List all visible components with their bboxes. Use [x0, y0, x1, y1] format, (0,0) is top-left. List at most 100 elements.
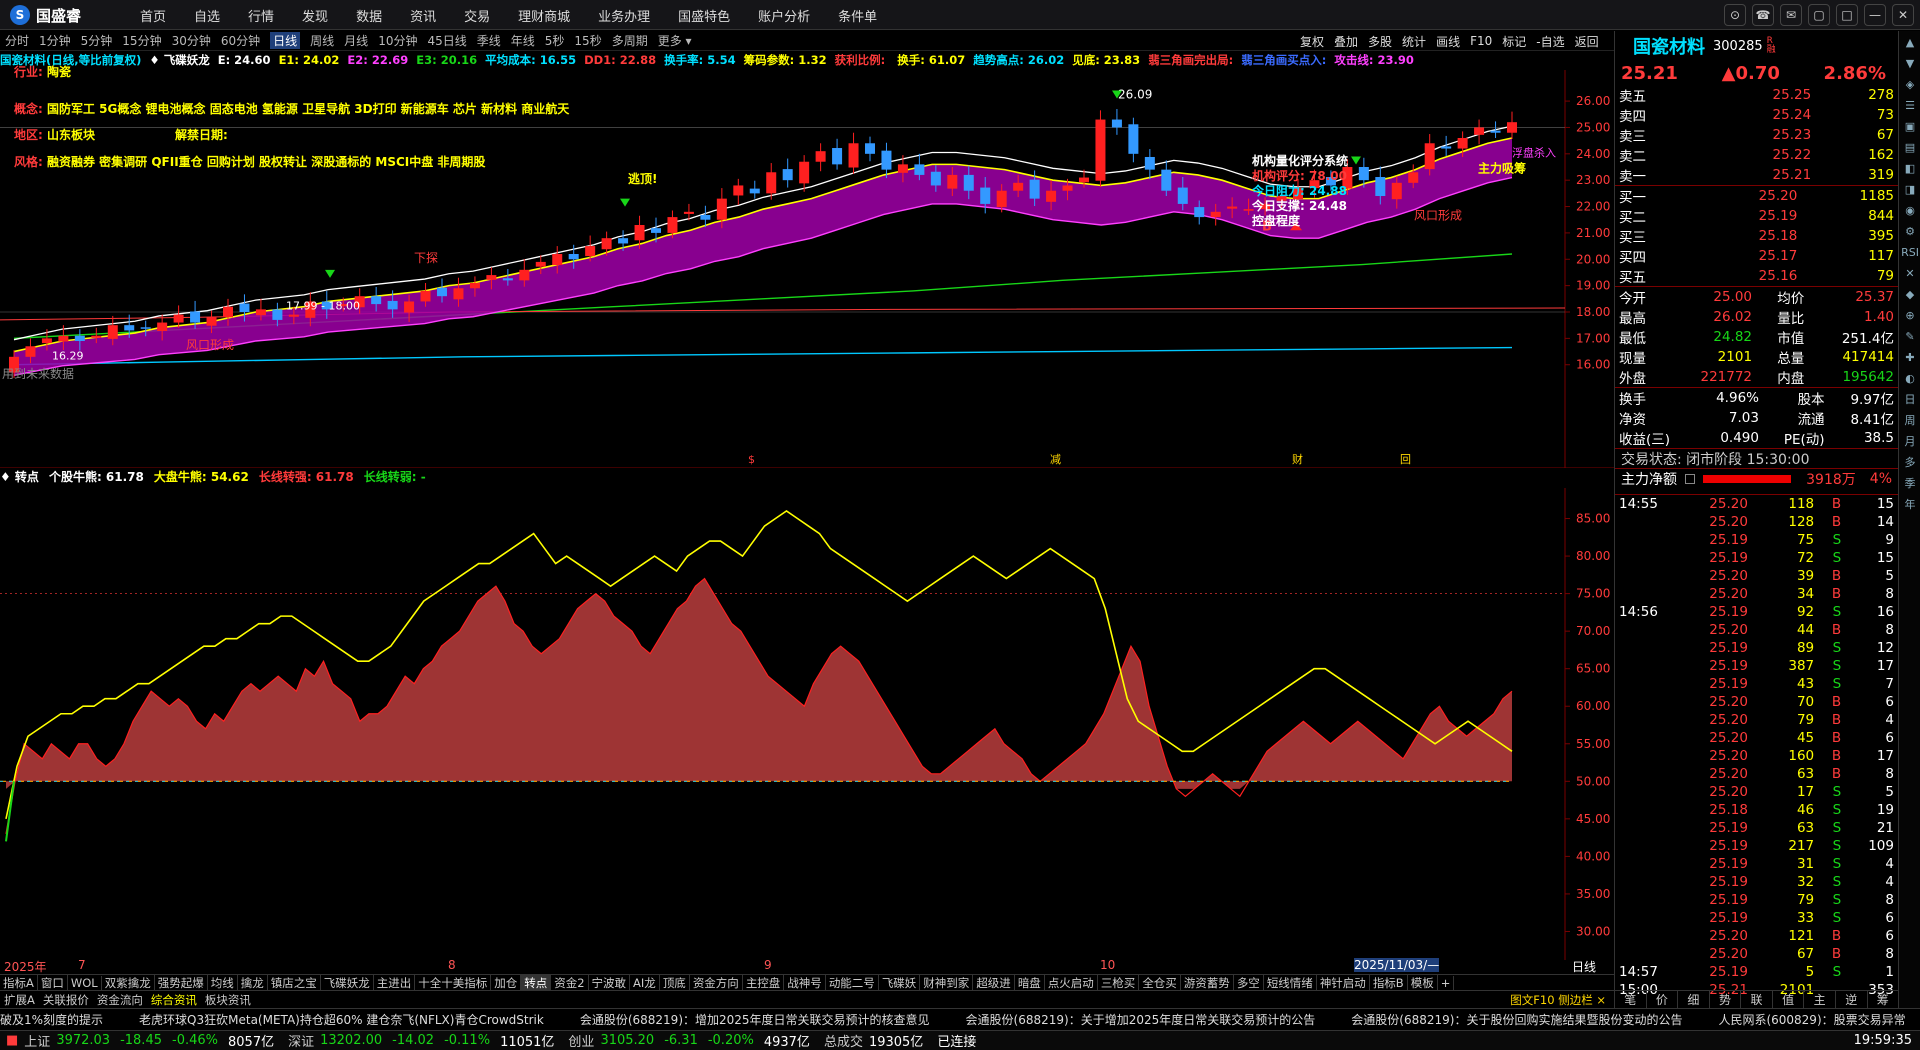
- indicator-tab[interactable]: 财神到家: [920, 975, 974, 990]
- chart-button[interactable]: 返回: [1575, 33, 1599, 50]
- period-tab[interactable]: 60分钟: [221, 32, 260, 49]
- chart-button[interactable]: 叠加: [1334, 33, 1358, 50]
- indicator-tab[interactable]: 飞碟妖龙: [321, 975, 374, 990]
- period-tab[interactable]: 日线: [270, 32, 301, 49]
- info-tab[interactable]: 扩展A: [0, 992, 39, 1008]
- indicator-tab[interactable]: 全仓买: [1139, 975, 1181, 990]
- news-item[interactable]: 人民网系(600829)：股票交易异常: [1718, 1011, 1905, 1028]
- side-tool-icon[interactable]: ◐: [1900, 368, 1920, 388]
- news-item[interactable]: 会通股份(688219)：关于股份回购实施结果暨股份变动的公告: [1351, 1011, 1682, 1028]
- period-tab[interactable]: 分时: [5, 32, 29, 49]
- indicator-tab[interactable]: 飞碟妖: [879, 975, 921, 990]
- quote-tab[interactable]: 笔: [1615, 991, 1647, 1008]
- indicator-tab[interactable]: 资金方向: [690, 975, 743, 990]
- info-tab[interactable]: 综合资讯: [147, 992, 201, 1008]
- side-tool-icon[interactable]: ◉: [1900, 200, 1920, 220]
- side-tool-icon[interactable]: ▲: [1900, 32, 1920, 52]
- indicator-tab[interactable]: 战神号: [784, 975, 826, 990]
- side-tool-icon[interactable]: 年: [1900, 494, 1920, 514]
- period-tab[interactable]: 月线: [344, 32, 368, 49]
- side-tool-icon[interactable]: ✕: [1900, 263, 1920, 283]
- quote-tab[interactable]: 联: [1741, 991, 1773, 1008]
- period-tab[interactable]: 周线: [310, 32, 334, 49]
- indicator-tab[interactable]: 资金2: [551, 975, 589, 990]
- quote-tab[interactable]: 逆: [1836, 991, 1868, 1008]
- side-tool-icon[interactable]: ◈: [1900, 74, 1920, 94]
- nav-item[interactable]: 理财商城: [518, 6, 570, 25]
- window-button-icon[interactable]: ▢: [1808, 4, 1830, 26]
- chart-button[interactable]: 多股: [1368, 33, 1392, 50]
- indicator-tab[interactable]: 短线情绪: [1264, 975, 1317, 990]
- indicator-tab[interactable]: 顶底: [660, 975, 690, 990]
- indicator-tab[interactable]: 主控盘: [743, 975, 785, 990]
- chart-button[interactable]: 统计: [1402, 33, 1426, 50]
- nav-item[interactable]: 账户分析: [758, 6, 810, 25]
- nav-item[interactable]: 数据: [356, 6, 382, 25]
- side-tool-icon[interactable]: ▣: [1900, 116, 1920, 136]
- quote-tab[interactable]: 势: [1710, 991, 1742, 1008]
- chart-button[interactable]: -自选: [1536, 33, 1564, 50]
- period-tab[interactable]: 更多 ▾: [658, 32, 692, 49]
- side-tool-icon[interactable]: 日: [1900, 389, 1920, 409]
- nav-item[interactable]: 业务办理: [598, 6, 650, 25]
- indicator-tab[interactable]: 窗口: [38, 975, 68, 990]
- period-tab[interactable]: 5秒: [545, 32, 565, 49]
- event-marker[interactable]: 回: [1400, 453, 1411, 466]
- period-tab[interactable]: 多周期: [612, 32, 648, 49]
- period-tab[interactable]: 5分钟: [81, 32, 113, 49]
- nav-item[interactable]: 交易: [464, 6, 490, 25]
- indicator-tab[interactable]: 指标B: [1370, 975, 1408, 990]
- window-button-icon[interactable]: ⊙: [1724, 4, 1746, 26]
- indicator-tab[interactable]: 十全十美指标: [415, 975, 492, 990]
- quote-tab[interactable]: 主: [1804, 991, 1836, 1008]
- nav-item[interactable]: 首页: [140, 6, 166, 25]
- indicator-tab[interactable]: 游资蓄势: [1181, 975, 1234, 990]
- side-tool-icon[interactable]: ⚙: [1900, 221, 1920, 241]
- side-tool-icon[interactable]: ◆: [1900, 284, 1920, 304]
- side-tool-icon[interactable]: 月: [1900, 431, 1920, 451]
- period-tab[interactable]: 年线: [511, 32, 535, 49]
- chart-button[interactable]: F10: [1470, 34, 1492, 48]
- side-tool-icon[interactable]: 多: [1900, 452, 1920, 472]
- nav-item[interactable]: 行情: [248, 6, 274, 25]
- news-item[interactable]: 会通股份(688219)：增加2025年度日常关联交易预计的核查意见: [580, 1011, 930, 1028]
- turning-point-chart[interactable]: 85.00 80.00 75.00 70.00 65.00 60.00 55.00 50.00…: [0, 488, 1614, 960]
- chart-button[interactable]: 画线: [1436, 33, 1460, 50]
- quote-tab[interactable]: 细: [1678, 991, 1710, 1008]
- indicator-tab[interactable]: 双紫擒龙: [102, 975, 155, 990]
- side-panel-toggle[interactable]: 图文F10 侧边栏 ×: [1506, 992, 1610, 1008]
- side-tool-icon[interactable]: ◨: [1900, 179, 1920, 199]
- nav-item[interactable]: 条件单: [838, 6, 877, 25]
- indicator-tab[interactable]: 多空: [1234, 975, 1264, 990]
- window-button-icon[interactable]: —: [1864, 4, 1886, 26]
- indicator-tab[interactable]: 加仓: [491, 975, 522, 990]
- side-tool-icon[interactable]: ◧: [1900, 158, 1920, 178]
- quote-tab[interactable]: 筹: [1868, 991, 1900, 1008]
- main-net-icon[interactable]: [1685, 473, 1695, 484]
- indicator-tab[interactable]: +: [1438, 975, 1455, 990]
- indicator-tab[interactable]: WOL: [68, 975, 102, 990]
- app-logo[interactable]: S 国盛睿: [10, 4, 81, 26]
- window-button-icon[interactable]: ☎: [1752, 4, 1774, 26]
- indicator-tab[interactable]: 神针启动: [1317, 975, 1370, 990]
- window-button-icon[interactable]: ✉: [1780, 4, 1802, 26]
- indicator-tab[interactable]: 镇店之宝: [268, 975, 321, 990]
- nav-item[interactable]: 国盛特色: [678, 6, 730, 25]
- event-marker[interactable]: 减: [1050, 453, 1061, 466]
- info-tab[interactable]: 关联报价: [39, 992, 93, 1008]
- indicator-tab[interactable]: 动能二号: [826, 975, 879, 990]
- indicator-tab[interactable]: 均线: [208, 975, 238, 990]
- indicator-tab[interactable]: 暗盘: [1015, 975, 1045, 990]
- news-item[interactable]: 破及1%刻度的提示: [0, 1011, 103, 1028]
- side-tool-icon[interactable]: ✎: [1900, 326, 1920, 346]
- event-marker[interactable]: $: [748, 453, 755, 466]
- chart-button[interactable]: 标记: [1502, 33, 1526, 50]
- chart-button[interactable]: 复权: [1300, 33, 1324, 50]
- indicator-tab[interactable]: 点火启动: [1045, 975, 1098, 990]
- indicator-tab[interactable]: 模板: [1408, 975, 1438, 990]
- period-tab[interactable]: 15秒: [574, 32, 601, 49]
- info-tab[interactable]: 板块资讯: [201, 992, 255, 1008]
- side-tool-icon[interactable]: ✚: [1900, 347, 1920, 367]
- period-label[interactable]: 日线: [1572, 958, 1596, 975]
- news-item[interactable]: 老虎环球Q3狂砍Meta(META)持仓超60% 建仓奈飞(NFLX)青仓Cro…: [139, 1011, 544, 1028]
